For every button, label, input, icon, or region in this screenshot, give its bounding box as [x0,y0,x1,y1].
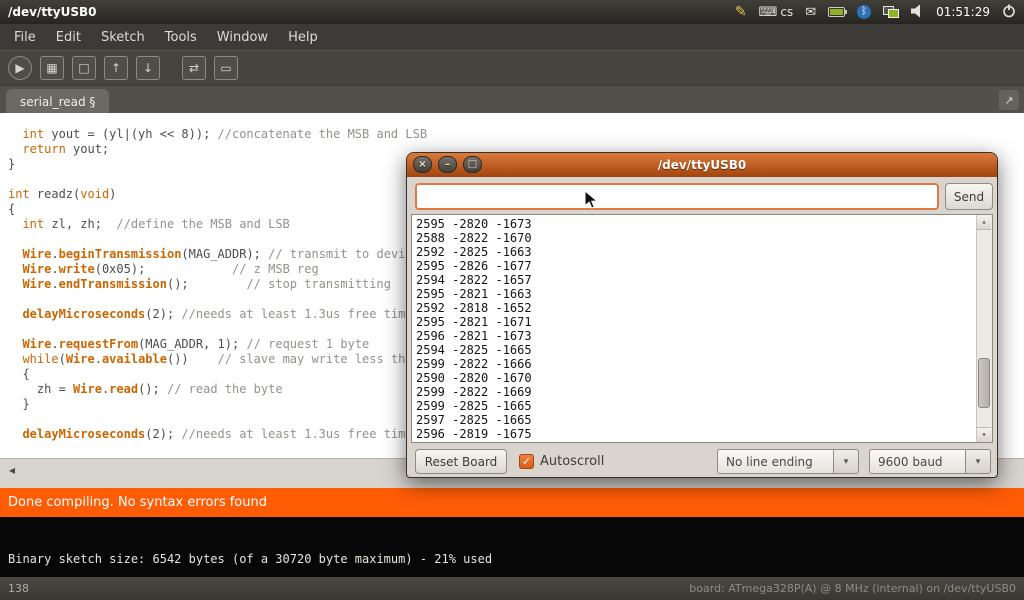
send-button[interactable]: Send [945,183,993,210]
new-sketch-button[interactable]: □ [72,56,96,80]
verify-button[interactable]: ▶ [8,56,32,80]
serial-line: 2599 -2822 -1666 [416,357,972,371]
serial-line: 2595 -2820 -1673 [416,217,972,231]
compile-status-bar: Done compiling. No syntax errors found [0,488,1024,517]
play-icon: ▶ [15,61,24,75]
maximize-icon: □ [468,159,477,170]
serial-monitor-icon: ▭ [220,61,231,75]
line-ending-dropdown[interactable]: No line ending ▾ [717,449,859,474]
new-tab-icon: ↗ [1004,94,1013,107]
serial-monitor-titlebar[interactable]: /dev/ttyUSB0 × – □ [407,153,997,177]
save-sketch-button[interactable]: ↓ [136,56,160,80]
serial-line: 2594 -2822 -1657 [416,273,972,287]
serial-line: 2588 -2822 -1670 [416,231,972,245]
close-button[interactable]: × [413,156,432,173]
menu-tools[interactable]: Tools [155,26,207,49]
tab-label: serial_read § [20,95,95,109]
serial-monitor-button[interactable]: ▭ [214,56,238,80]
reset-board-label: Reset Board [425,455,498,469]
scroll-down-arrow-icon[interactable]: ▾ [977,427,991,442]
baud-rate-dropdown[interactable]: 9600 baud ▾ [869,449,991,474]
stop-button[interactable]: ▦ [40,56,64,80]
scrollbar-thumb[interactable] [978,358,990,408]
tab-serial-read[interactable]: serial_read § [6,89,109,114]
board-info: board: ATmega328P(A) @ 8 MHz (internal) … [689,582,1016,595]
menu-edit[interactable]: Edit [46,26,91,49]
close-icon: × [418,159,426,170]
toolbar: ▶ ▦ □ ↑ ↓ ⇄ ▭ [0,50,1024,85]
status-message: Done compiling. No syntax errors found [8,495,267,510]
chevron-down-icon[interactable]: ▾ [965,449,991,474]
network-icon[interactable] [883,6,899,18]
serial-line: 2595 -2821 -1671 [416,315,972,329]
mail-icon[interactable]: ✉ [805,6,816,19]
serial-line: 2594 -2825 -1665 [416,343,972,357]
window-controls: × – □ [413,156,482,173]
line-number: 138 [8,582,29,595]
keyboard-icon: ⌨ [759,6,778,19]
serial-line: 2599 -2825 -1665 [416,399,972,413]
top-panel: /dev/ttyUSB0 ✎ ⌨ cs ✉ ᛒ 01:51:29 [0,0,1024,24]
scroll-left-arrow-icon[interactable]: ◂ [4,462,20,478]
autoscroll-label: Autoscroll [540,454,604,469]
window-title: /dev/ttyUSB0 [0,5,97,19]
footer-status-bar: 138 board: ATmega328P(A) @ 8 MHz (intern… [0,577,1024,600]
maximize-button[interactable]: □ [463,156,482,173]
console-text: Binary sketch size: 6542 bytes (of a 307… [8,552,492,566]
notes-icon[interactable]: ✎ [735,5,747,19]
serial-line: 2590 -2820 -1670 [416,371,972,385]
battery-icon[interactable] [828,7,845,17]
serial-line: 2596 -2821 -1673 [416,329,972,343]
autoscroll-control: ✓ Autoscroll [519,449,604,474]
serial-line: 2595 -2821 -1663 [416,287,972,301]
system-tray: ✎ ⌨ cs ✉ ᛒ 01:51:29 [735,4,1024,21]
keyboard-layout-label: cs [780,5,793,19]
serial-line: 2592 -2818 -1652 [416,301,972,315]
scroll-up-arrow-icon[interactable]: ▴ [977,215,991,230]
minimize-button[interactable]: – [438,156,457,173]
check-icon: ✓ [522,455,531,468]
upload-button[interactable]: ⇄ [182,56,206,80]
serial-output-scrollbar[interactable]: ▴ ▾ [976,215,992,442]
keyboard-indicator[interactable]: ⌨ cs [759,5,794,19]
bluetooth-icon[interactable]: ᛒ [857,5,871,19]
power-icon[interactable] [1002,4,1016,21]
menu-help[interactable]: Help [278,26,328,49]
menubar: FileEditSketchToolsWindowHelp [0,24,1024,50]
upload-icon: ⇄ [189,61,199,75]
serial-output[interactable]: 2595 -2820 -16732588 -2822 -16702592 -28… [411,214,993,443]
menu-sketch[interactable]: Sketch [91,26,155,49]
serial-monitor-window: /dev/ttyUSB0 × – □ Send 2595 -2820 -1673… [406,152,998,478]
reset-board-button[interactable]: Reset Board [415,449,507,474]
open-sketch-button[interactable]: ↑ [104,56,128,80]
serial-line: 2599 -2822 -1669 [416,385,972,399]
tab-menu-button[interactable]: ↗ [999,90,1019,110]
stop-icon: ▦ [46,61,57,75]
open-icon: ↑ [111,61,121,75]
serial-line: 2592 -2825 -1663 [416,245,972,259]
line-ending-value: No line ending [717,449,833,474]
volume-icon[interactable] [911,4,924,21]
send-button-label: Send [954,190,984,204]
serial-line: 2595 -2826 -1677 [416,259,972,273]
menu-window[interactable]: Window [207,26,278,49]
screen: /dev/ttyUSB0 ✎ ⌨ cs ✉ ᛒ 01:51:29 FileEdi… [0,0,1024,600]
serial-monitor-title: /dev/ttyUSB0 [658,158,747,172]
code-line: int yout = (yl|(yh << 8)); //concatenate… [8,127,1024,142]
save-icon: ↓ [143,61,153,75]
baud-rate-value: 9600 baud [869,449,965,474]
autoscroll-checkbox[interactable]: ✓ [519,454,534,469]
serial-line: 2596 -2819 -1675 [416,427,972,441]
serial-line: 2597 -2825 -1665 [416,413,972,427]
menu-file[interactable]: File [4,26,46,49]
new-file-icon: □ [78,61,89,75]
minimize-icon: – [445,159,450,170]
serial-send-input[interactable] [415,183,939,210]
tab-strip: serial_read § ↗ [0,85,1024,114]
chevron-down-icon[interactable]: ▾ [833,449,859,474]
clock[interactable]: 01:51:29 [936,5,990,19]
build-console: Binary sketch size: 6542 bytes (of a 307… [0,517,1024,577]
serial-output-lines: 2595 -2820 -16732588 -2822 -16702592 -28… [416,217,972,441]
